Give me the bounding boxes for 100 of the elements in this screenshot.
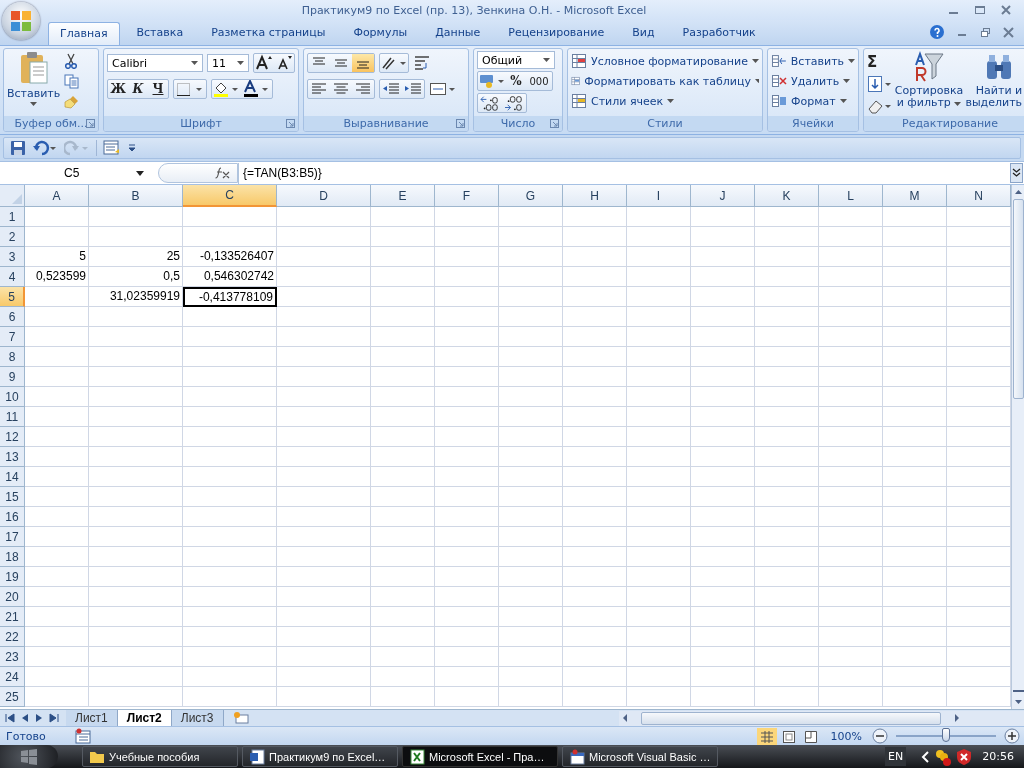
table-cell[interactable] xyxy=(277,287,371,307)
table-cell[interactable] xyxy=(563,507,627,527)
table-cell[interactable] xyxy=(25,587,89,607)
network-warning-icon[interactable] xyxy=(934,747,953,766)
row-header[interactable]: 21 xyxy=(0,607,25,627)
table-cell[interactable] xyxy=(371,567,435,587)
table-cell[interactable] xyxy=(627,307,691,327)
table-cell[interactable] xyxy=(499,667,563,687)
table-cell[interactable] xyxy=(277,687,371,707)
table-cell[interactable] xyxy=(627,287,691,307)
table-cell[interactable] xyxy=(25,567,89,587)
table-cell[interactable] xyxy=(563,447,627,467)
previous-sheet-icon[interactable] xyxy=(20,713,30,723)
taskbar-button[interactable]: Microsoft Excel - Пра… xyxy=(402,746,558,767)
table-cell[interactable] xyxy=(89,207,183,227)
table-cell[interactable] xyxy=(89,347,183,367)
table-cell[interactable] xyxy=(435,207,499,227)
maximize-icon[interactable] xyxy=(974,4,986,16)
table-cell[interactable] xyxy=(277,347,371,367)
select-all-icon[interactable] xyxy=(12,194,22,204)
fill-down-icon[interactable] xyxy=(867,75,893,93)
table-cell[interactable]: -0,413778109 xyxy=(183,287,277,307)
table-cell[interactable] xyxy=(691,587,755,607)
last-sheet-icon[interactable] xyxy=(48,713,60,723)
table-cell[interactable] xyxy=(25,647,89,667)
table-cell[interactable] xyxy=(755,267,819,287)
save-icon[interactable] xyxy=(10,140,26,156)
table-cell[interactable] xyxy=(499,467,563,487)
table-cell[interactable] xyxy=(627,447,691,467)
table-cell[interactable] xyxy=(819,547,883,567)
next-sheet-icon[interactable] xyxy=(34,713,44,723)
table-cell[interactable] xyxy=(435,627,499,647)
table-cell[interactable] xyxy=(89,527,183,547)
table-cell[interactable] xyxy=(691,687,755,707)
table-cell[interactable] xyxy=(883,527,947,547)
table-cell[interactable] xyxy=(25,527,89,547)
table-cell[interactable] xyxy=(691,607,755,627)
table-cell[interactable] xyxy=(25,447,89,467)
table-cell[interactable] xyxy=(499,247,563,267)
table-cell[interactable] xyxy=(183,587,277,607)
table-cell[interactable] xyxy=(563,487,627,507)
scissors-icon[interactable] xyxy=(64,53,79,69)
help-icon[interactable] xyxy=(929,24,945,40)
underline-button[interactable]: Ч xyxy=(148,80,168,98)
table-cell[interactable] xyxy=(371,547,435,567)
table-cell[interactable] xyxy=(755,587,819,607)
table-cell[interactable] xyxy=(691,447,755,467)
table-cell[interactable] xyxy=(89,387,183,407)
table-cell[interactable] xyxy=(627,687,691,707)
table-cell[interactable] xyxy=(691,567,755,587)
table-cell[interactable] xyxy=(371,307,435,327)
table-cell[interactable] xyxy=(277,627,371,647)
wrap-text-icon[interactable] xyxy=(413,54,431,72)
table-cell[interactable] xyxy=(627,607,691,627)
undo-icon[interactable] xyxy=(32,140,58,156)
table-cell[interactable] xyxy=(691,347,755,367)
customize-icon[interactable] xyxy=(127,143,137,153)
column-header[interactable]: L xyxy=(819,185,883,207)
column-header[interactable]: G xyxy=(499,185,563,207)
table-cell[interactable] xyxy=(819,307,883,327)
table-cell[interactable] xyxy=(183,427,277,447)
cells-menu-button[interactable]: Удалить xyxy=(771,73,855,89)
table-cell[interactable] xyxy=(371,207,435,227)
scroll-thumb[interactable] xyxy=(641,711,941,725)
table-cell[interactable] xyxy=(627,527,691,547)
table-cell[interactable] xyxy=(277,567,371,587)
table-cell[interactable] xyxy=(435,647,499,667)
table-cell[interactable] xyxy=(183,447,277,467)
table-cell[interactable]: 0,5 xyxy=(89,267,183,287)
table-cell[interactable] xyxy=(499,567,563,587)
language-indicator[interactable]: EN xyxy=(885,747,907,766)
table-cell[interactable] xyxy=(277,267,371,287)
table-cell[interactable] xyxy=(563,547,627,567)
table-cell[interactable] xyxy=(883,207,947,227)
table-cell[interactable] xyxy=(883,627,947,647)
ribbon-tab[interactable]: Данные xyxy=(424,22,492,45)
table-cell[interactable] xyxy=(883,547,947,567)
table-cell[interactable] xyxy=(627,547,691,567)
table-cell[interactable] xyxy=(371,287,435,307)
table-cell[interactable] xyxy=(563,687,627,707)
table-cell[interactable] xyxy=(371,587,435,607)
launcher-icon[interactable] xyxy=(456,119,465,128)
vertical-align-button[interactable] xyxy=(352,54,374,72)
table-cell[interactable] xyxy=(819,587,883,607)
table-cell[interactable] xyxy=(183,507,277,527)
table-cell[interactable] xyxy=(819,527,883,547)
table-cell[interactable] xyxy=(819,627,883,647)
table-cell[interactable] xyxy=(627,667,691,687)
ribbon-tab[interactable]: Главная xyxy=(48,22,120,45)
table-cell[interactable] xyxy=(183,487,277,507)
row-header[interactable]: 24 xyxy=(0,667,25,687)
column-header[interactable]: F xyxy=(435,185,499,207)
table-cell[interactable] xyxy=(755,327,819,347)
table-cell[interactable] xyxy=(371,407,435,427)
chevron-left-icon[interactable] xyxy=(920,749,931,764)
table-cell[interactable] xyxy=(25,507,89,527)
column-header[interactable]: A xyxy=(25,185,89,207)
table-cell[interactable] xyxy=(89,447,183,467)
table-cell[interactable] xyxy=(819,647,883,667)
table-cell[interactable] xyxy=(627,627,691,647)
